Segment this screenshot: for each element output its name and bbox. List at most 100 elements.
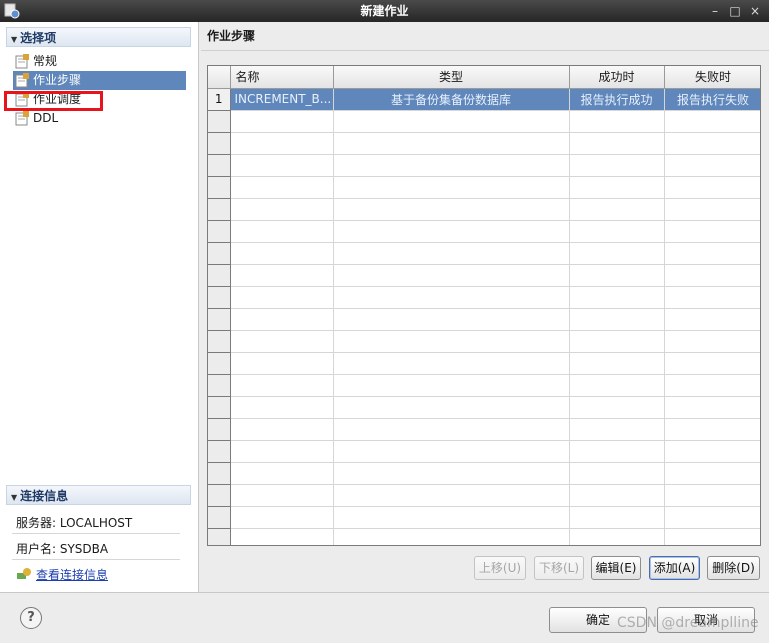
empty-cell[interactable]: [569, 132, 665, 155]
column-header-on-success[interactable]: 成功时: [569, 66, 665, 89]
column-header-type[interactable]: 类型: [333, 66, 570, 89]
empty-cell[interactable]: [230, 484, 334, 507]
empty-cell[interactable]: [230, 154, 334, 177]
empty-table-row[interactable]: [208, 330, 760, 353]
empty-table-row[interactable]: [208, 286, 760, 309]
empty-cell[interactable]: [664, 110, 760, 133]
table-row[interactable]: 1 INCREMENT_B... 基于备份集备份数据库 报告执行成功 报告执行失…: [208, 88, 760, 111]
empty-cell[interactable]: [333, 176, 570, 199]
empty-cell[interactable]: [230, 506, 334, 529]
empty-cell[interactable]: [664, 418, 760, 441]
empty-cell[interactable]: [333, 286, 570, 309]
empty-cell[interactable]: [333, 264, 570, 287]
empty-cell[interactable]: [569, 352, 665, 375]
cell-on-success[interactable]: 报告执行成功: [569, 88, 665, 111]
empty-cell[interactable]: [664, 396, 760, 419]
empty-table-row[interactable]: [208, 242, 760, 265]
empty-cell[interactable]: [230, 330, 334, 353]
empty-table-row[interactable]: [208, 110, 760, 133]
empty-cell[interactable]: [664, 440, 760, 463]
empty-cell[interactable]: [230, 462, 334, 485]
add-button[interactable]: 添加(A): [649, 556, 700, 580]
empty-cell[interactable]: [230, 220, 334, 243]
empty-cell[interactable]: [664, 528, 760, 545]
empty-table-row[interactable]: [208, 154, 760, 177]
empty-cell[interactable]: [333, 440, 570, 463]
empty-table-row[interactable]: [208, 198, 760, 221]
empty-cell[interactable]: [333, 462, 570, 485]
empty-cell[interactable]: [230, 396, 334, 419]
empty-cell[interactable]: [569, 440, 665, 463]
empty-cell[interactable]: [333, 132, 570, 155]
empty-table-row[interactable]: [208, 352, 760, 375]
empty-table-row[interactable]: [208, 132, 760, 155]
empty-cell[interactable]: [569, 418, 665, 441]
empty-cell[interactable]: [230, 352, 334, 375]
empty-cell[interactable]: [333, 484, 570, 507]
close-button[interactable]: ×: [746, 0, 764, 22]
empty-cell[interactable]: [664, 264, 760, 287]
empty-cell[interactable]: [333, 528, 570, 545]
move-up-button[interactable]: 上移(U): [474, 556, 526, 580]
empty-cell[interactable]: [230, 374, 334, 397]
empty-cell[interactable]: [333, 198, 570, 221]
empty-cell[interactable]: [230, 264, 334, 287]
move-down-button[interactable]: 下移(L): [534, 556, 584, 580]
empty-cell[interactable]: [569, 242, 665, 265]
empty-cell[interactable]: [333, 396, 570, 419]
empty-cell[interactable]: [333, 352, 570, 375]
view-connection-info-link[interactable]: 查看连接信息: [36, 568, 108, 582]
column-header-on-failure[interactable]: 失败时: [664, 66, 760, 89]
empty-table-row[interactable]: [208, 506, 760, 529]
empty-cell[interactable]: [664, 352, 760, 375]
empty-cell[interactable]: [333, 330, 570, 353]
empty-cell[interactable]: [569, 330, 665, 353]
empty-cell[interactable]: [569, 506, 665, 529]
empty-table-row[interactable]: [208, 220, 760, 243]
empty-table-row[interactable]: [208, 396, 760, 419]
empty-cell[interactable]: [664, 198, 760, 221]
empty-cell[interactable]: [333, 242, 570, 265]
empty-cell[interactable]: [230, 110, 334, 133]
empty-cell[interactable]: [569, 264, 665, 287]
help-icon[interactable]: ?: [20, 607, 42, 629]
empty-cell[interactable]: [664, 242, 760, 265]
empty-cell[interactable]: [569, 176, 665, 199]
empty-table-row[interactable]: [208, 484, 760, 507]
empty-table-row[interactable]: [208, 374, 760, 397]
empty-cell[interactable]: [664, 484, 760, 507]
view-connection-info-link-row[interactable]: 查看连接信息: [16, 566, 108, 583]
empty-cell[interactable]: [664, 374, 760, 397]
empty-cell[interactable]: [664, 308, 760, 331]
sidebar-item-ddl[interactable]: DDL: [13, 109, 186, 128]
empty-cell[interactable]: [664, 286, 760, 309]
empty-cell[interactable]: [333, 220, 570, 243]
connection-section-header[interactable]: ▼ 连接信息: [6, 485, 191, 505]
delete-button[interactable]: 删除(D): [707, 556, 760, 580]
empty-table-row[interactable]: [208, 264, 760, 287]
empty-cell[interactable]: [569, 154, 665, 177]
empty-cell[interactable]: [230, 242, 334, 265]
sidebar-item-general[interactable]: 常规: [13, 52, 186, 71]
empty-cell[interactable]: [569, 528, 665, 545]
empty-cell[interactable]: [333, 308, 570, 331]
empty-cell[interactable]: [664, 154, 760, 177]
empty-cell[interactable]: [230, 286, 334, 309]
maximize-button[interactable]: □: [726, 0, 744, 22]
empty-cell[interactable]: [569, 198, 665, 221]
empty-cell[interactable]: [333, 110, 570, 133]
sidebar-item-job-steps[interactable]: 作业步骤: [13, 71, 186, 90]
empty-cell[interactable]: [333, 154, 570, 177]
empty-cell[interactable]: [230, 418, 334, 441]
empty-cell[interactable]: [333, 374, 570, 397]
empty-cell[interactable]: [664, 220, 760, 243]
empty-table-row[interactable]: [208, 418, 760, 441]
empty-table-row[interactable]: [208, 462, 760, 485]
empty-cell[interactable]: [664, 506, 760, 529]
empty-cell[interactable]: [569, 110, 665, 133]
empty-cell[interactable]: [664, 132, 760, 155]
empty-cell[interactable]: [664, 462, 760, 485]
select-section-header[interactable]: ▼ 选择项: [6, 27, 191, 47]
empty-cell[interactable]: [230, 198, 334, 221]
empty-cell[interactable]: [569, 220, 665, 243]
